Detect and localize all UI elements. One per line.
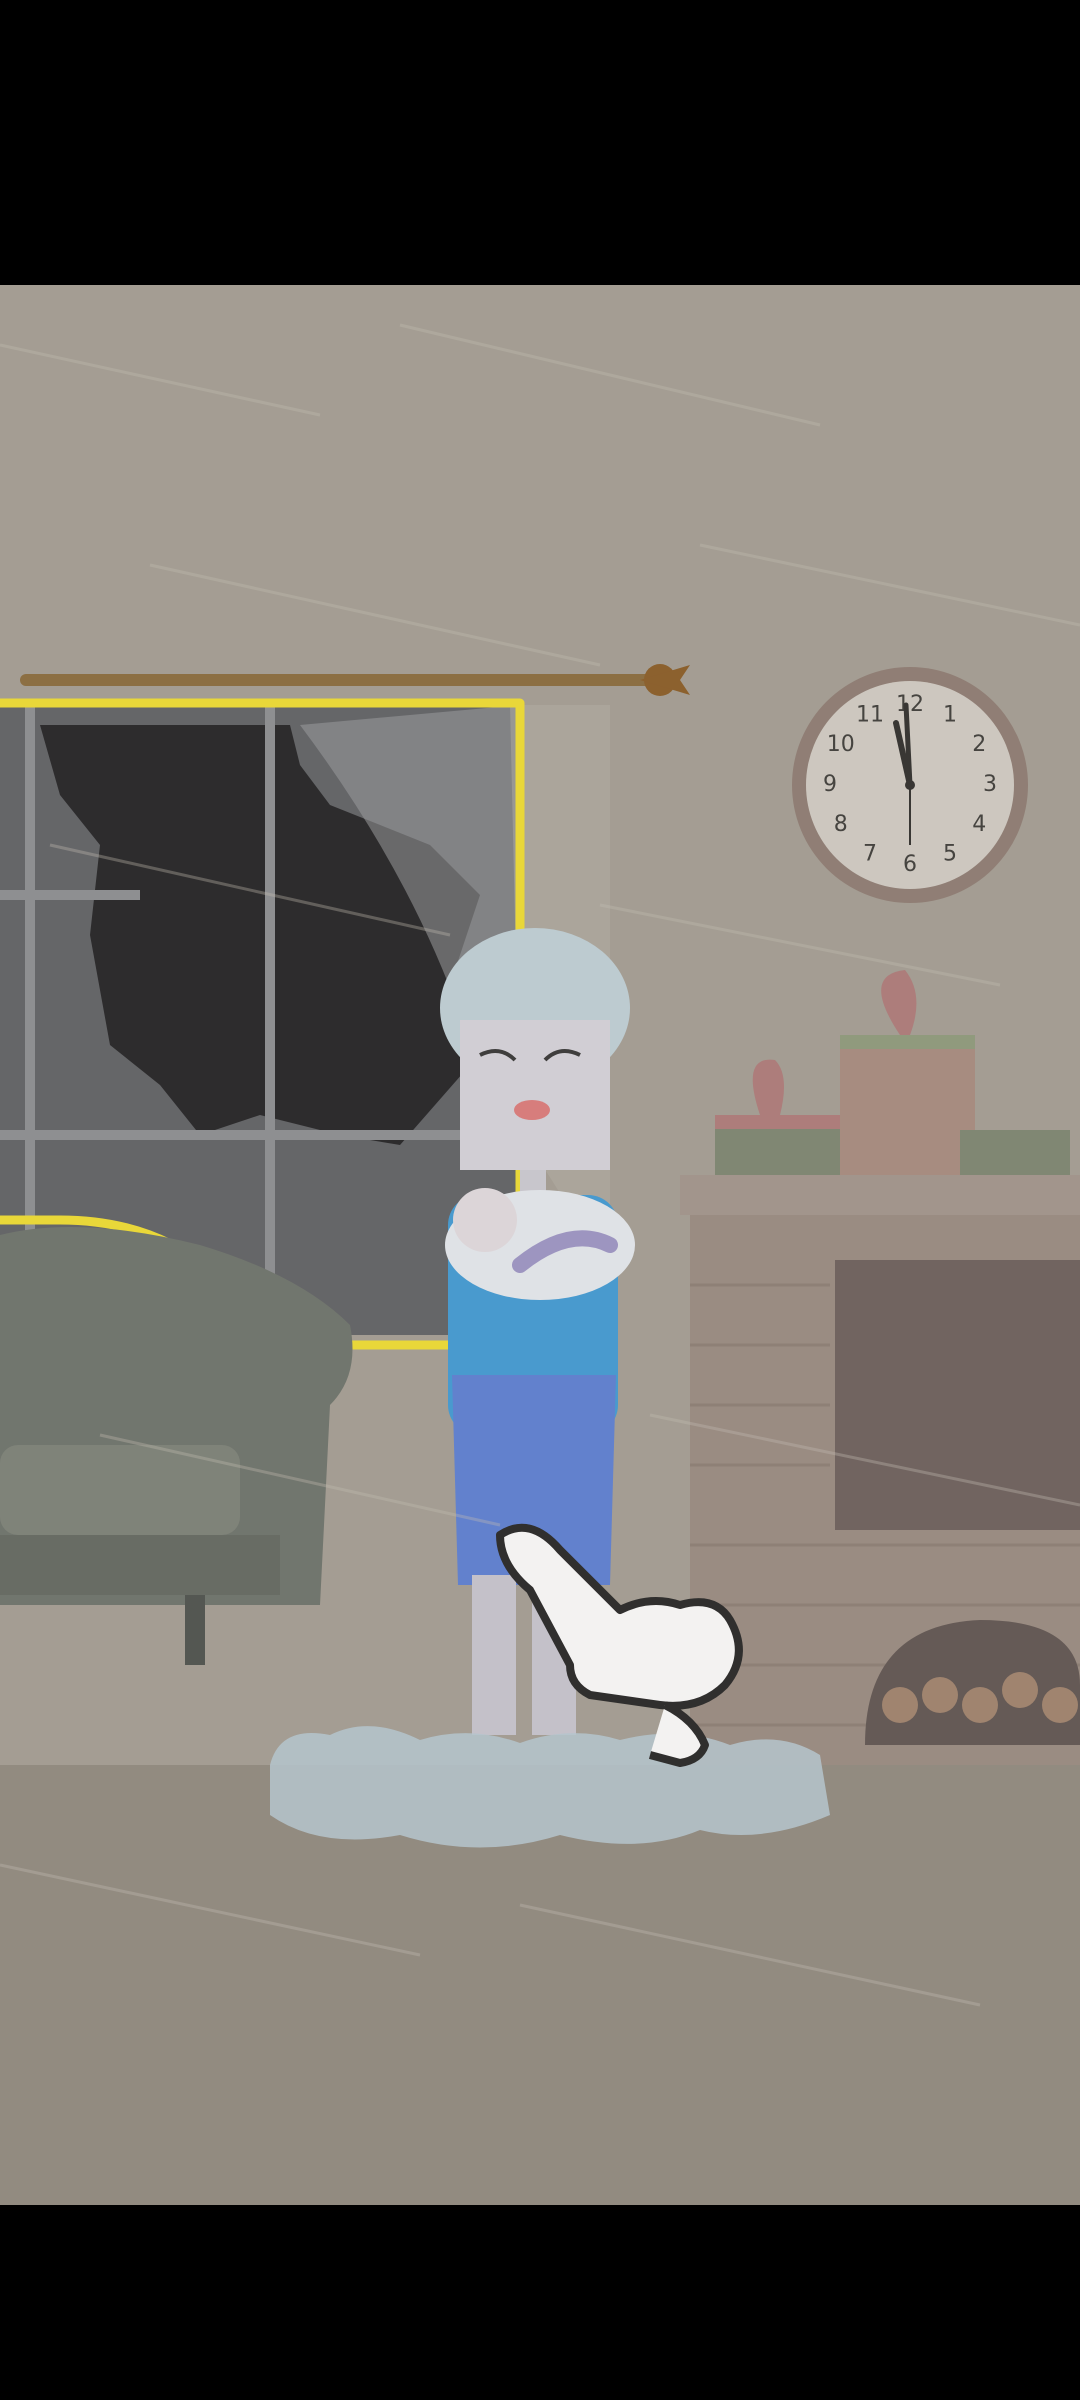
top-letterbox [0, 0, 1080, 285]
storm-tint [0, 285, 1080, 2205]
bottom-letterbox [0, 2205, 1080, 2400]
game-scene: 12 1234567891011 [0, 285, 1080, 2205]
